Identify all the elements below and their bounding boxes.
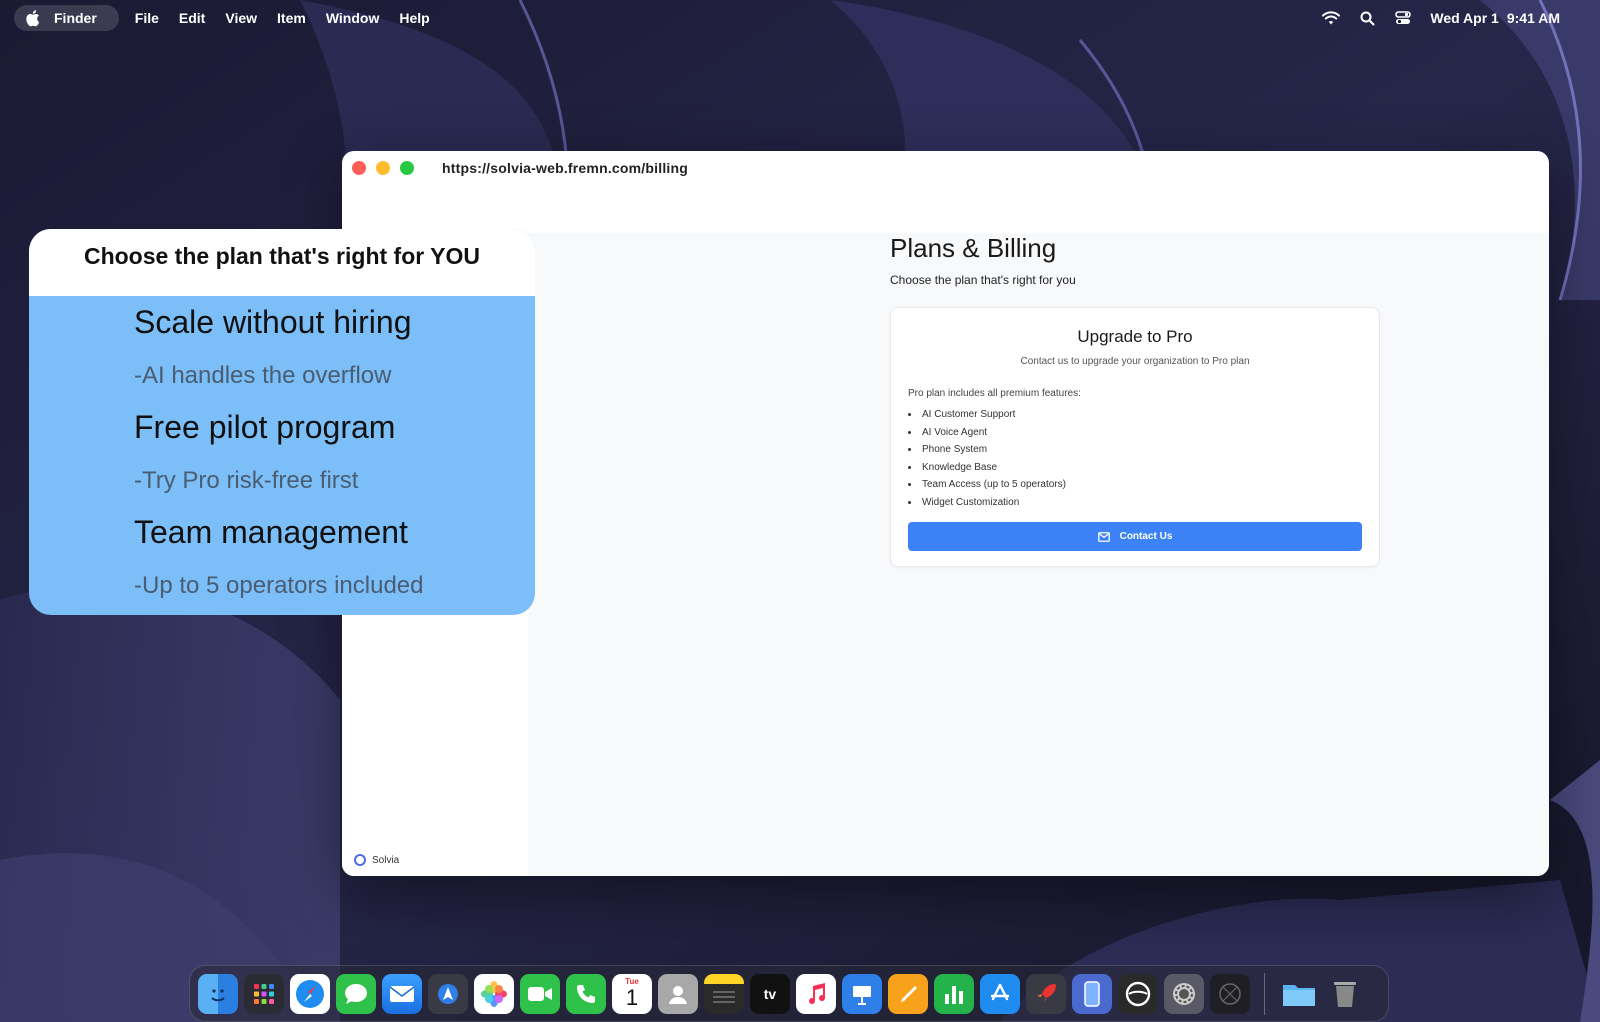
close-button[interactable] — [352, 161, 366, 175]
feature-item: AI Customer Support — [908, 406, 1066, 424]
card-title: Upgrade to Pro — [1077, 327, 1193, 346]
mail-icon[interactable] — [382, 973, 422, 1014]
brand-name: Solvia — [372, 854, 400, 866]
facetime-icon[interactable] — [520, 973, 560, 1014]
phone-icon[interactable] — [566, 973, 606, 1014]
keynote-icon[interactable] — [842, 973, 882, 1014]
contact-us-button[interactable]: Contact Us — [908, 522, 1362, 551]
app-store-icon[interactable] — [980, 973, 1020, 1014]
pages-icon[interactable] — [888, 973, 928, 1014]
promo-subtext: -AI handles the overflow — [134, 362, 392, 389]
music-icon[interactable] — [796, 973, 836, 1014]
promo-heading: Team management — [134, 514, 408, 550]
menubar-time[interactable]: 9:41 AM — [1507, 10, 1560, 26]
zoom-button[interactable] — [400, 161, 414, 175]
dock-separator — [1264, 972, 1265, 1015]
promo-subtext: -Up to 5 operators included — [134, 572, 424, 599]
main-content: Plans & Billing Choose the plan that's r… — [528, 233, 1549, 876]
tv-icon[interactable]: tv — [750, 973, 790, 1014]
address-bar-url[interactable]: https://solvia-web.fremn.com/billing — [442, 160, 688, 176]
feature-item: Team Access (up to 5 operators) — [908, 476, 1066, 494]
window-titlebar: https://solvia-web.fremn.com/billing — [342, 151, 1549, 185]
promo-subtext: -Try Pro risk-free first — [134, 467, 359, 494]
menu-view[interactable]: View — [215, 0, 267, 36]
calendar-day: 1 — [625, 985, 639, 1010]
maps-icon[interactable] — [428, 973, 468, 1014]
folder-icon[interactable] — [1279, 974, 1319, 1014]
safari-icon[interactable] — [290, 973, 330, 1014]
search-icon[interactable] — [1358, 9, 1376, 27]
browser-icon[interactable] — [1118, 973, 1158, 1014]
feature-list: AI Customer Support AI Voice Agent Phone… — [908, 406, 1066, 511]
promo-title: Choose the plan that's right for YOU — [29, 229, 535, 296]
notes-icon[interactable] — [704, 973, 744, 1014]
contact-us-label: Contact Us — [1119, 531, 1173, 542]
mail-icon — [1097, 531, 1110, 542]
promo-heading: Free pilot program — [134, 409, 396, 445]
utility-icon[interactable] — [1210, 973, 1250, 1014]
card-subtitle: Contact us to upgrade your organization … — [1020, 356, 1250, 367]
wifi-icon[interactable] — [1322, 9, 1341, 27]
feature-item: Phone System — [908, 441, 1066, 459]
feature-item: Widget Customization — [908, 494, 1066, 512]
contacts-icon[interactable] — [658, 973, 698, 1014]
photos-icon[interactable] — [474, 973, 514, 1014]
apple-icon[interactable] — [18, 8, 46, 28]
rocket-icon[interactable] — [1026, 973, 1066, 1014]
simulator-icon[interactable] — [1072, 973, 1112, 1014]
menu-file[interactable]: File — [125, 0, 169, 36]
minimize-button[interactable] — [376, 161, 390, 175]
menu-app-name[interactable]: Finder — [46, 0, 107, 36]
calendar-icon[interactable]: Tue 1 — [612, 973, 652, 1014]
launchpad-icon[interactable] — [244, 973, 284, 1014]
tv-label: tv — [763, 985, 777, 1002]
numbers-icon[interactable] — [934, 973, 974, 1014]
menu-window[interactable]: Window — [316, 0, 390, 36]
finder-icon[interactable] — [198, 973, 238, 1014]
feature-item: AI Voice Agent — [908, 424, 1066, 442]
promo-heading: Scale without hiring — [134, 304, 412, 340]
menu-edit[interactable]: Edit — [169, 0, 215, 36]
page-subtitle: Choose the plan that's right for you — [890, 273, 1076, 287]
messages-icon[interactable] — [336, 973, 376, 1014]
promo-panel: Choose the plan that's right for YOU Sca… — [29, 229, 535, 615]
menubar-date[interactable]: Wed Apr 1 — [1430, 10, 1498, 26]
trash-icon[interactable] — [1325, 974, 1365, 1014]
menu-bar: Finder File Edit View Item Window Help W… — [0, 0, 1600, 36]
control-center-icon[interactable] — [1394, 9, 1412, 27]
active-app-pill: Finder — [14, 5, 119, 31]
feature-item: Knowledge Base — [908, 459, 1066, 477]
features-intro: Pro plan includes all premium features: — [908, 388, 1081, 399]
page-title: Plans & Billing — [890, 233, 1057, 263]
solvia-logo-icon — [354, 854, 366, 866]
brand-link[interactable]: Solvia — [354, 854, 399, 866]
menu-help[interactable]: Help — [389, 0, 439, 36]
dock: Tue 1 tv — [189, 965, 1389, 1022]
upgrade-card: Upgrade to Pro Contact us to upgrade you… — [890, 307, 1380, 567]
menu-item[interactable]: Item — [267, 0, 316, 36]
system-settings-icon[interactable] — [1164, 973, 1204, 1014]
